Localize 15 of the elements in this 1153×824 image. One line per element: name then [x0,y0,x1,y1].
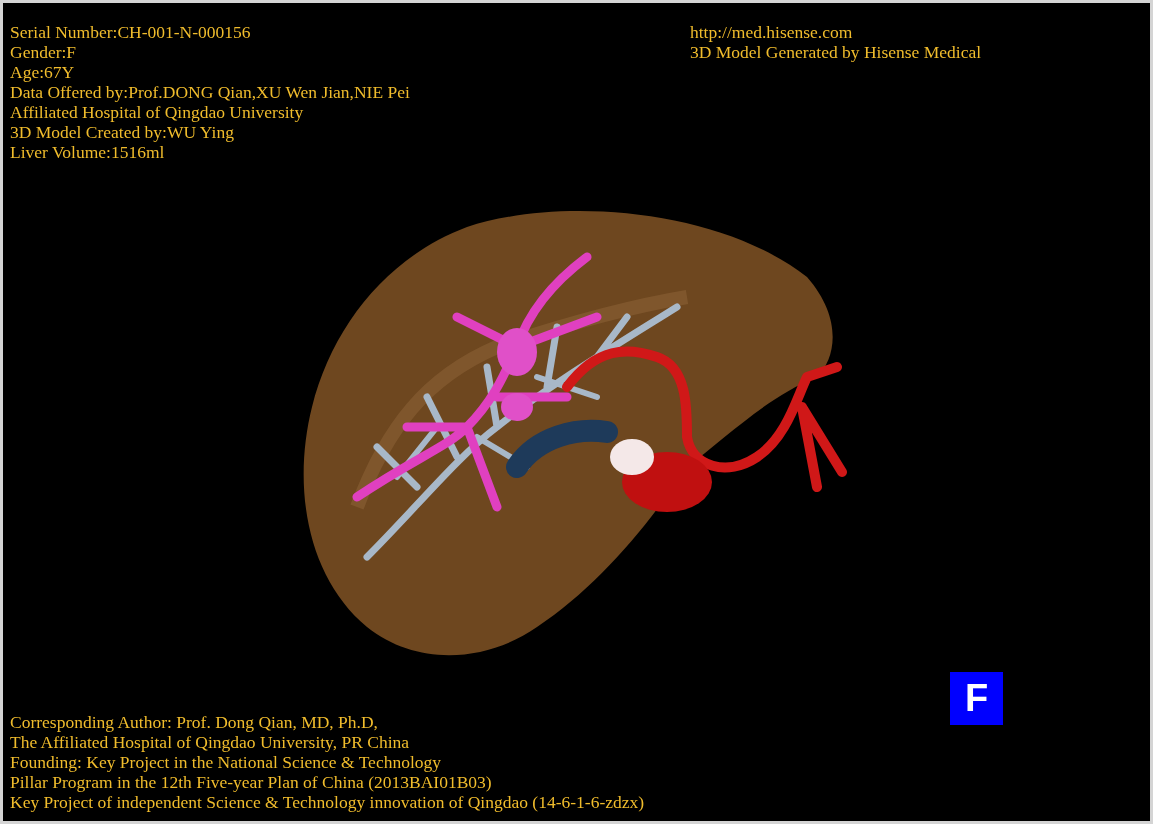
info-text: Key Project of independent Science & Technology innovation of Qingdao (14-6-1-6-zdzx) [10,792,645,812]
info-text: The Affiliated Hospital of Qingdao University, PR China [10,732,410,752]
info-text: Founding: Key Project in the National Science & Technology [10,752,441,772]
info-text: Gender:F [10,42,77,62]
orientation-badge: F [950,672,1003,725]
info-text: Age:67Y [10,62,75,82]
info-text: Serial Number:CH-001-N-000156 [10,22,251,42]
info-text: Corresponding Author: Prof. Dong Qian, MD, Ph.D, [10,712,378,732]
info-text: Liver Volume:1516ml [10,142,165,162]
info-text: Pillar Program in the 12th Five-year Plan of China (2013BAI01B03) [10,772,492,792]
info-text: Data Offered by:Prof.DONG Qian,XU Wen Jian,NIE Pei [10,82,410,102]
info-text: 3D Model Generated by Hisense Medical [690,42,982,62]
info-text: http://med.hisense.com [690,22,853,42]
info-text: Affiliated Hospital of Qingdao University [10,102,304,122]
info-text: 3D Model Created by:WU Ying [10,122,234,142]
